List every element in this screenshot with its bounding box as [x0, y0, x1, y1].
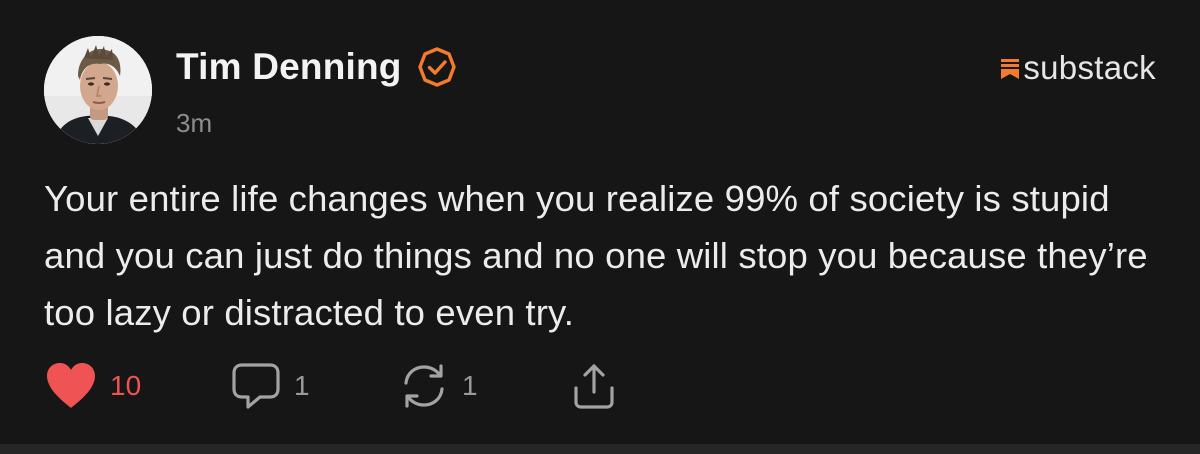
timestamp: 3m — [176, 108, 213, 138]
post-text: Your entire life changes when you realiz… — [44, 178, 1148, 333]
bottom-divider — [0, 444, 1200, 454]
substack-logo-icon — [1001, 59, 1020, 79]
verified-badge-icon — [417, 47, 456, 87]
like-count: 10 — [110, 370, 142, 401]
brand-name: substack — [1023, 49, 1156, 86]
comment-icon — [232, 363, 280, 409]
author-row: Tim Denning — [176, 44, 458, 90]
share-icon — [574, 364, 614, 409]
restack-count: 1 — [462, 370, 478, 401]
avatar[interactable] — [44, 36, 152, 144]
restack-icon — [404, 364, 444, 408]
avatar-photo — [44, 36, 152, 144]
substack-logo[interactable]: substack — [1001, 49, 1156, 87]
like-button[interactable]: 10 — [44, 361, 230, 411]
post-card: Tim Denning 3m substack Your entire life… — [0, 0, 1200, 444]
heart-icon — [47, 363, 95, 408]
action-bar: 10 1 1 — [44, 358, 620, 414]
comment-count: 1 — [294, 370, 310, 401]
restack-button[interactable]: 1 — [398, 361, 568, 411]
author-name[interactable]: Tim Denning — [176, 46, 402, 88]
share-button[interactable] — [568, 360, 620, 412]
comment-button[interactable]: 1 — [230, 361, 398, 411]
